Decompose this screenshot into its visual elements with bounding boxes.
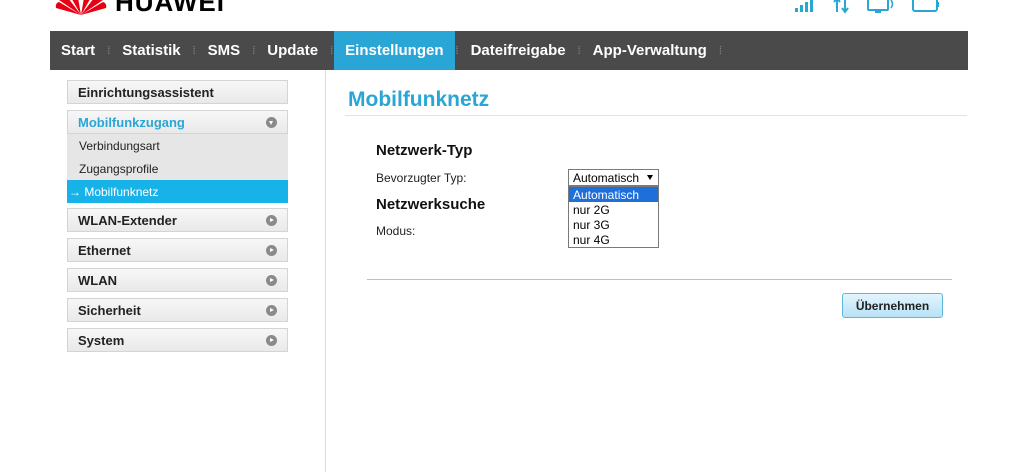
sidebar-item-label: Ethernet — [78, 242, 131, 258]
option-3g-only[interactable]: nur 3G — [569, 217, 658, 232]
sidebar-item-label: Sicherheit — [78, 302, 141, 318]
sidebar-item-label: System — [78, 332, 125, 348]
apply-button[interactable]: Übernehmen — [842, 293, 943, 318]
nav-separator: ⁞ — [718, 44, 722, 57]
preferred-type-options: Automatisch nur 2G nur 3G nur 4G — [568, 186, 659, 248]
option-4g-only[interactable]: nur 4G — [569, 232, 658, 247]
brand-name: HUAWEI — [115, 0, 225, 17]
sidebar-item-label: WLAN-Extender — [78, 212, 177, 228]
expand-icon — [266, 244, 277, 256]
nav-update[interactable]: Update — [256, 31, 329, 70]
nav-dateifreigabe[interactable]: Dateifreigabe — [460, 31, 577, 70]
sidebar-subitem-mobile-network[interactable]: → Mobilfunknetz — [67, 180, 288, 203]
sidebar-item-setup-wizard[interactable]: Einrichtungsassistent — [67, 80, 288, 104]
expand-icon — [266, 274, 277, 286]
mobile-access-submenu: Verbindungsart Zugangsprofile → Mobilfun… — [67, 134, 288, 203]
network-type-heading: Netzwerk-Typ — [376, 142, 473, 159]
option-2g-only[interactable]: nur 2G — [569, 202, 658, 217]
nav-statistik[interactable]: Statistik — [111, 31, 191, 70]
network-search-heading: Netzwerksuche — [376, 196, 486, 213]
sidebar-item-label: WLAN — [78, 272, 117, 288]
sidebar-subitem-connection-type[interactable]: Verbindungsart — [67, 134, 288, 157]
sidebar-subitem-access-profiles[interactable]: Zugangsprofile — [67, 157, 288, 180]
status-icons — [794, 0, 940, 14]
preferred-type-label: Bevorzugter Typ: — [376, 171, 467, 185]
page-title: Mobilfunknetz — [348, 88, 490, 111]
title-divider — [345, 115, 967, 116]
sidebar-item-mobile-access[interactable]: Mobilfunkzugang — [67, 110, 288, 134]
mode-label: Modus: — [376, 224, 416, 238]
settings-sidebar: Einrichtungsassistent Mobilfunkzugang Ve… — [67, 80, 288, 358]
form-divider — [367, 279, 952, 280]
expand-icon — [266, 214, 277, 226]
option-automatic[interactable]: Automatisch — [569, 187, 658, 202]
preferred-type-select[interactable]: Automatisch — [568, 169, 659, 186]
battery-icon — [912, 0, 939, 12]
huawei-petals-icon — [55, 0, 107, 15]
nav-einstellungen[interactable]: Einstellungen — [334, 31, 455, 70]
huawei-logo: HUAWEI — [55, 0, 225, 18]
data-transfer-icon — [833, 0, 849, 14]
signal-icon — [795, 0, 813, 12]
main-navigation: Start ⁞ Statistik ⁞ SMS ⁞ Update ⁞ Einst… — [50, 31, 968, 70]
nav-sms[interactable]: SMS — [197, 31, 252, 70]
nav-start[interactable]: Start — [50, 31, 106, 70]
sidebar-item-label: Einrichtungsassistent — [78, 84, 214, 100]
dropdown-arrow-icon — [647, 175, 653, 180]
sidebar-item-label: Mobilfunkzugang — [78, 114, 185, 130]
sidebar-item-system[interactable]: System — [67, 328, 288, 352]
expand-icon — [266, 304, 277, 316]
sidebar-item-ethernet[interactable]: Ethernet — [67, 238, 288, 262]
collapse-icon — [266, 116, 277, 128]
sidebar-item-security[interactable]: Sicherheit — [67, 298, 288, 322]
sidebar-item-wlan[interactable]: WLAN — [67, 268, 288, 292]
sidebar-item-wlan-extender[interactable]: WLAN-Extender — [67, 208, 288, 232]
vertical-divider — [325, 70, 326, 472]
expand-icon — [266, 334, 277, 346]
nav-app-verwaltung[interactable]: App-Verwaltung — [582, 31, 718, 70]
select-value: Automatisch — [573, 170, 640, 185]
monitor-icon — [867, 0, 894, 13]
